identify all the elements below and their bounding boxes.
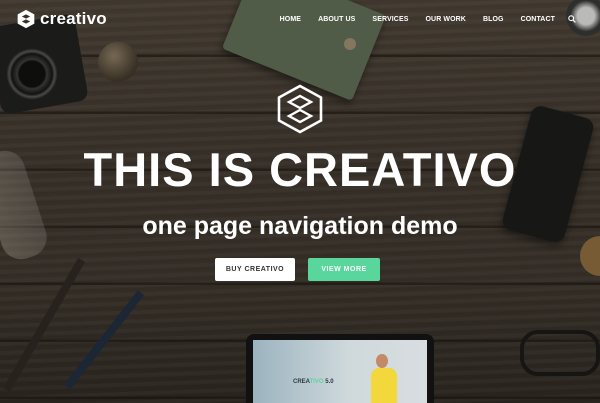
hexagon-s-logo-icon bbox=[17, 9, 35, 29]
main-nav: HOME ABOUT US SERVICES OUR WORK BLOG CON… bbox=[263, 15, 576, 23]
nav-item-about-us[interactable]: ABOUT US bbox=[318, 16, 355, 23]
nav-item-contact[interactable]: CONTACT bbox=[521, 16, 555, 23]
hexagon-s-emblem-icon bbox=[277, 84, 323, 134]
tablet-screen: CREATIVO 5.0 bbox=[253, 340, 427, 403]
buy-creativo-button[interactable]: BUY CREATIVO bbox=[215, 258, 295, 281]
hero-section: creativo HOME ABOUT US SERVICES OUR WORK… bbox=[0, 0, 600, 403]
nav-item-blog[interactable]: BLOG bbox=[483, 16, 504, 23]
tablet-title-accent: TIVO bbox=[309, 379, 324, 385]
tablet-preview: CREATIVO 5.0 bbox=[246, 334, 434, 403]
brand-logo[interactable]: creativo bbox=[16, 9, 107, 29]
nav-item-home[interactable]: HOME bbox=[280, 16, 301, 23]
view-more-button[interactable]: VIEW MORE bbox=[308, 258, 380, 281]
nav-item-services[interactable]: SERVICES bbox=[372, 16, 408, 23]
person-head bbox=[376, 354, 388, 368]
brand-name: creativo bbox=[40, 9, 107, 28]
person-body bbox=[371, 368, 397, 403]
hero-subline: one page navigation demo bbox=[142, 212, 458, 240]
tablet-person-image bbox=[371, 354, 397, 403]
nav-item-our-work[interactable]: OUR WORK bbox=[426, 16, 466, 23]
tablet-title: CREATIVO 5.0 bbox=[293, 379, 334, 385]
tablet-title-suffix: 5.0 bbox=[325, 379, 334, 385]
search-icon[interactable] bbox=[568, 15, 576, 23]
hero-headline: THIS IS CREATIVO bbox=[83, 143, 517, 196]
tablet-title-main: CREA bbox=[293, 379, 310, 385]
